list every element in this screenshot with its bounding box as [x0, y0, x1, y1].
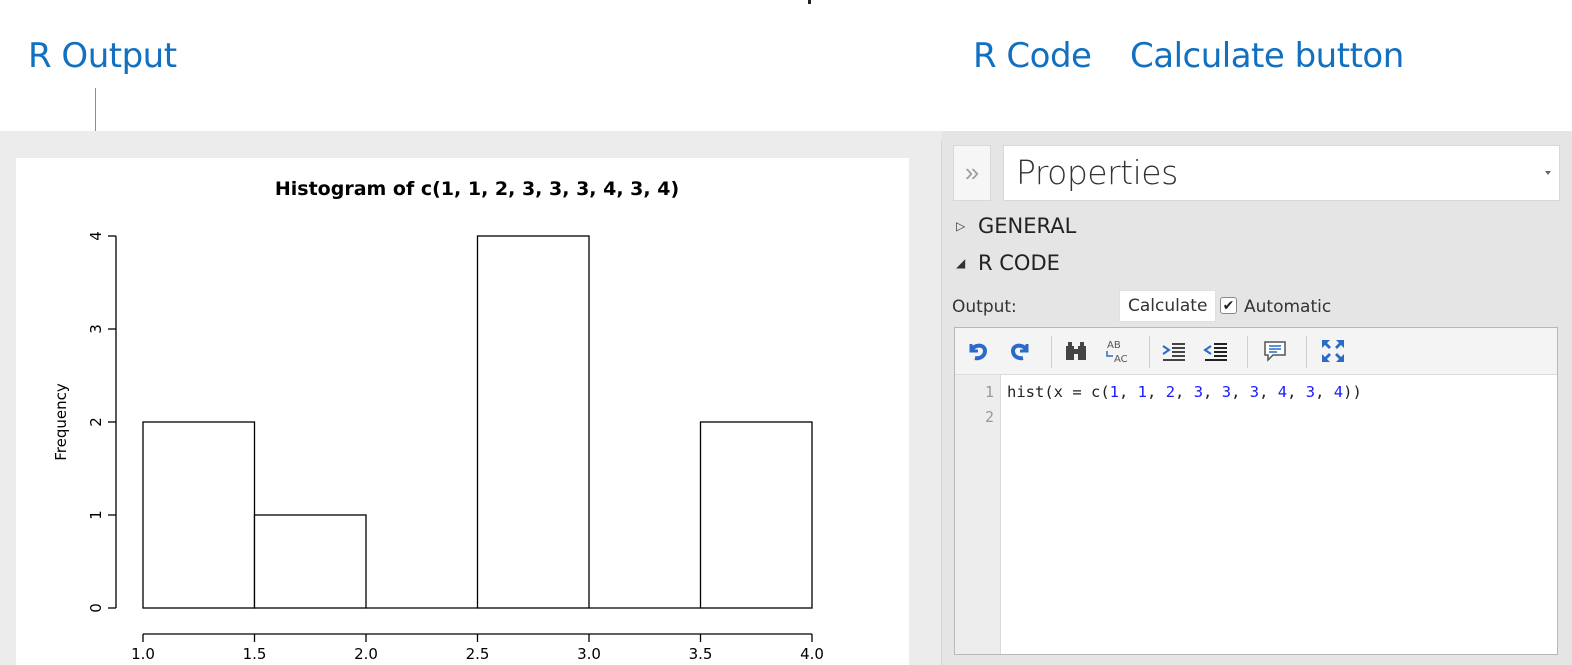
code-number-token: 4 — [1333, 383, 1344, 401]
svg-text:AC: AC — [1114, 354, 1128, 365]
annotation-r-code: R Code — [973, 36, 1092, 76]
line-number: 1 — [984, 383, 994, 401]
section-r-code[interactable]: ◢ R CODE — [956, 251, 1060, 275]
toolbar-separator — [1149, 336, 1150, 368]
code-line[interactable]: hist(x = c(1, 1, 2, 3, 3, 3, 4, 3, 4)) — [1007, 383, 1362, 401]
x-tick-label: 1.5 — [243, 645, 267, 663]
outdent-icon[interactable] — [1201, 336, 1231, 366]
properties-panel: » Properties ▷ GENERAL ◢ R CODE Output: … — [942, 131, 1572, 665]
y-tick-label: 4 — [87, 231, 105, 241]
code-number-token: 1 — [1109, 383, 1119, 401]
annotation-calculate-button: Calculate button — [1130, 36, 1404, 76]
code-number-token: 3 — [1221, 383, 1232, 401]
code-text-token: , — [1147, 383, 1166, 401]
histogram-chart: Histogram of c(1, 1, 2, 3, 3, 3, 4, 3, 4… — [52, 178, 824, 663]
code-number-token: 3 — [1193, 383, 1204, 401]
line-number: 2 — [984, 408, 994, 426]
code-text-token: , — [1315, 383, 1334, 401]
code-number-token: 2 — [1165, 383, 1176, 401]
properties-header[interactable]: Properties — [1003, 145, 1560, 201]
automatic-label: Automatic — [1244, 297, 1332, 317]
histogram-bar — [253, 514, 367, 609]
code-text-token: , — [1231, 383, 1250, 401]
code-text-token: , — [1287, 383, 1306, 401]
editor-toolbar: AB AC — [955, 328, 1557, 375]
x-tick-label: 3.0 — [577, 645, 601, 663]
x-tick-label: 1.0 — [131, 645, 155, 663]
annotation-r-output: R Output — [28, 36, 177, 76]
x-tick-label: 4.0 — [800, 645, 824, 663]
histogram-bar — [476, 235, 590, 609]
automatic-checkbox[interactable]: ✔ — [1220, 297, 1237, 314]
y-tick-label: 0 — [87, 603, 105, 613]
fullscreen-icon[interactable] — [1318, 336, 1348, 366]
code-text-token: , — [1119, 383, 1138, 401]
calculate-button[interactable]: Calculate — [1119, 290, 1217, 322]
output-label: Output: — [952, 297, 1017, 317]
section-r-code-label: R CODE — [978, 251, 1060, 275]
indent-icon[interactable] — [1159, 336, 1189, 366]
top-edge-mark — [808, 0, 811, 4]
toolbar-separator — [1306, 336, 1307, 368]
section-general[interactable]: ▷ GENERAL — [956, 214, 1076, 238]
expand-triangle-icon: ▷ — [956, 219, 966, 233]
app-window: Histogram of c(1, 1, 2, 3, 3, 3, 4, 3, 4… — [0, 131, 1572, 665]
code-number-token: 3 — [1249, 383, 1260, 401]
find-icon[interactable] — [1061, 336, 1091, 366]
x-tick-label: 3.5 — [689, 645, 713, 663]
y-tick-label: 1 — [87, 510, 105, 520]
svg-text:AB: AB — [1107, 340, 1121, 351]
undo-icon[interactable] — [963, 336, 993, 366]
x-tick-label: 2.0 — [354, 645, 378, 663]
line-number-gutter: 1 2 — [955, 375, 1001, 654]
chart-title: Histogram of c(1, 1, 2, 3, 3, 3, 4, 3, 4… — [275, 178, 679, 200]
y-tick-label: 2 — [87, 417, 105, 427]
code-number-token: 3 — [1305, 383, 1316, 401]
code-text-token: , — [1259, 383, 1278, 401]
toolbar-separator — [1247, 336, 1248, 368]
r-code-editor[interactable]: AB AC 1 2 hist(x = c(1, 1, 2, 3, 3, 3, 4… — [954, 327, 1558, 655]
r-output-pane: Histogram of c(1, 1, 2, 3, 3, 3, 4, 3, 4… — [16, 158, 909, 665]
properties-title: Properties — [1016, 153, 1178, 192]
collapse-panel-button[interactable]: » — [953, 145, 991, 201]
section-general-label: GENERAL — [978, 214, 1077, 238]
code-text-token: , — [1203, 383, 1222, 401]
x-tick-label: 2.5 — [466, 645, 490, 663]
code-number-token: 4 — [1277, 383, 1288, 401]
redo-icon[interactable] — [1005, 336, 1035, 366]
comment-icon[interactable] — [1260, 336, 1290, 366]
y-tick-label: 3 — [87, 324, 105, 334]
code-text-token: , — [1175, 383, 1194, 401]
replace-icon[interactable]: AB AC — [1103, 336, 1133, 366]
toolbar-separator — [1051, 336, 1052, 368]
chevron-down-icon[interactable] — [1545, 171, 1551, 175]
code-number-token: 1 — [1137, 383, 1148, 401]
histogram-bar — [699, 421, 813, 609]
collapse-triangle-icon: ◢ — [956, 256, 966, 270]
code-text-token: hist(x = c( — [1007, 383, 1110, 401]
code-text-token: )) — [1343, 383, 1362, 401]
y-axis-label: Frequency — [52, 383, 70, 461]
histogram-bar — [142, 421, 256, 609]
